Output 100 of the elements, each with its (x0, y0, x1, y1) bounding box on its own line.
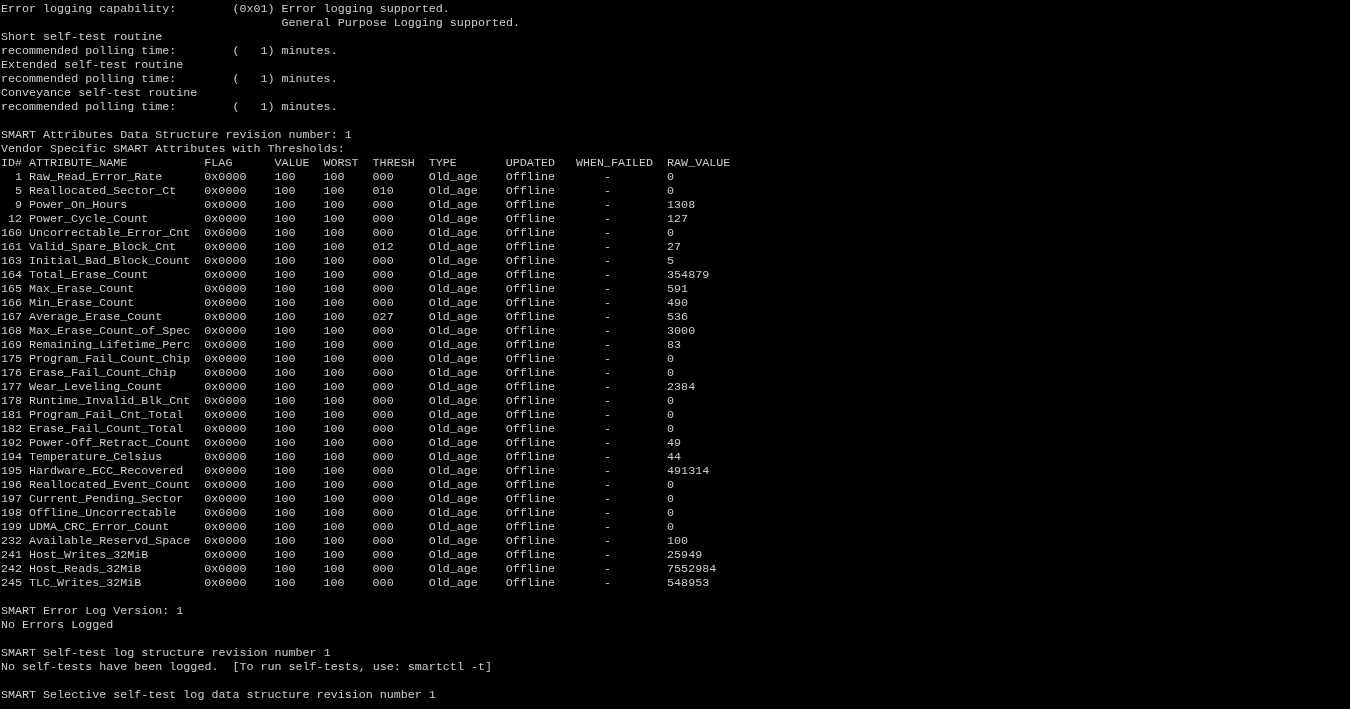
table-cell: 1308 (667, 198, 696, 212)
table-cell: Offline (505, 212, 555, 226)
table-cell: 491314 (667, 464, 710, 478)
table-cell: 000 (372, 198, 394, 212)
table-cell: 0x0000 (204, 198, 247, 212)
table-cell: 027 (372, 310, 394, 324)
table-cell: Old_age (428, 352, 478, 366)
table-cell: 000 (372, 436, 394, 450)
table-cell: Total_Erase_Count (29, 268, 149, 282)
table-cell: 0x0000 (204, 492, 247, 506)
table-cell: Old_age (428, 310, 478, 324)
table-cell: 0x0000 (204, 226, 247, 240)
table-cell: 0x0000 (204, 324, 247, 338)
table-cell: 0x0000 (204, 576, 247, 590)
column-header: WHEN_FAILED (575, 156, 654, 170)
table-cell: 100 (323, 562, 345, 576)
table-cell: Offline (505, 226, 555, 240)
column-header: UPDATED (505, 156, 555, 170)
table-cell: Offline (505, 282, 555, 296)
terminal-line: SMART Selective self-test log data structure revision number 1 (1, 688, 436, 702)
table-cell: 0 (667, 352, 675, 366)
table-cell: Old_age (428, 212, 478, 226)
table-cell: Reallocated_Event_Count (29, 478, 191, 492)
table-cell: 100 (323, 380, 345, 394)
table-cell: Host_Reads_32MiB (29, 562, 142, 576)
terminal-line: Extended self-test routine (1, 58, 184, 72)
table-cell: 192 (1, 436, 23, 450)
table-cell: Offline (505, 352, 555, 366)
table-cell: 000 (372, 338, 394, 352)
table-cell: 100 (274, 310, 296, 324)
table-cell: 100 (323, 520, 345, 534)
table-cell: 160 (1, 226, 23, 240)
terminal-line: No Errors Logged (1, 618, 114, 632)
column-header: VALUE (274, 156, 310, 170)
table-cell: 100 (274, 212, 296, 226)
table-cell: 100 (323, 548, 345, 562)
table-cell: 100 (323, 478, 345, 492)
table-cell: 100 (323, 352, 345, 366)
table-cell: Offline (505, 562, 555, 576)
table-cell: Offline (505, 394, 555, 408)
table-cell: 181 (1, 408, 23, 422)
table-cell: 100 (274, 450, 296, 464)
table-cell-text: - (603, 212, 611, 226)
table-cell: 100 (274, 282, 296, 296)
table-cell: 000 (372, 464, 394, 478)
table-cell: 0x0000 (204, 338, 247, 352)
table-cell: 100 (274, 534, 296, 548)
table-cell: Old_age (428, 380, 478, 394)
table-cell: Raw_Read_Error_Rate (29, 170, 163, 184)
table-cell: Max_Erase_Count_of_Spec (29, 324, 191, 338)
table-cell: 000 (372, 478, 394, 492)
table-cell: 100 (323, 184, 345, 198)
table-cell: TLC_Writes_32MiB (29, 576, 142, 590)
field-value: General Purpose Logging supported. (281, 16, 520, 30)
table-cell: 100 (274, 352, 296, 366)
table-cell: 010 (372, 184, 394, 198)
table-cell-text: - (603, 534, 611, 548)
field-label: recommended polling time: (1, 44, 178, 58)
table-cell: 166 (1, 296, 23, 310)
table-cell: 100 (274, 562, 296, 576)
field-label: recommended polling time: (1, 100, 178, 114)
table-cell: 100 (323, 534, 345, 548)
table-cell: 000 (372, 394, 394, 408)
terminal-line: SMART Attributes Data Structure revision number: 1 (1, 128, 352, 142)
table-cell: Offline (505, 548, 555, 562)
table-cell: 000 (372, 450, 394, 464)
table-cell: Offline (505, 254, 555, 268)
table-cell: 169 (1, 338, 23, 352)
table-cell: 0x0000 (204, 184, 247, 198)
table-cell: 9 (15, 198, 23, 212)
table-cell-text: - (603, 408, 611, 422)
table-cell: Old_age (428, 198, 478, 212)
terminal-line: SMART Self-test log structure revision number 1 (1, 646, 331, 660)
table-cell: 194 (1, 450, 23, 464)
table-cell: 0x0000 (204, 352, 247, 366)
table-cell: 100 (274, 380, 296, 394)
table-cell-text: - (603, 282, 611, 296)
table-cell: 175 (1, 352, 23, 366)
table-cell: 161 (1, 240, 23, 254)
table-cell: Power_On_Hours (29, 198, 128, 212)
table-cell: 0 (667, 506, 675, 520)
table-cell: 100 (274, 254, 296, 268)
table-cell-text: - (603, 450, 611, 464)
table-cell-text: - (603, 268, 611, 282)
table-cell: 100 (323, 366, 345, 380)
table-cell: 182 (1, 422, 23, 436)
table-cell-text: - (603, 380, 611, 394)
table-cell: 000 (372, 352, 394, 366)
table-cell: Average_Erase_Count (29, 310, 163, 324)
table-cell: 000 (372, 380, 394, 394)
table-cell: Offline (505, 450, 555, 464)
table-cell: 100 (323, 464, 345, 478)
table-cell: 0x0000 (204, 562, 247, 576)
table-cell-text: - (603, 254, 611, 268)
table-cell: 178 (1, 394, 23, 408)
table-cell: 0x0000 (204, 408, 247, 422)
table-cell: 100 (323, 422, 345, 436)
table-cell: Old_age (428, 464, 478, 478)
table-cell: Old_age (428, 282, 478, 296)
table-cell: Program_Fail_Cnt_Total (29, 408, 184, 422)
